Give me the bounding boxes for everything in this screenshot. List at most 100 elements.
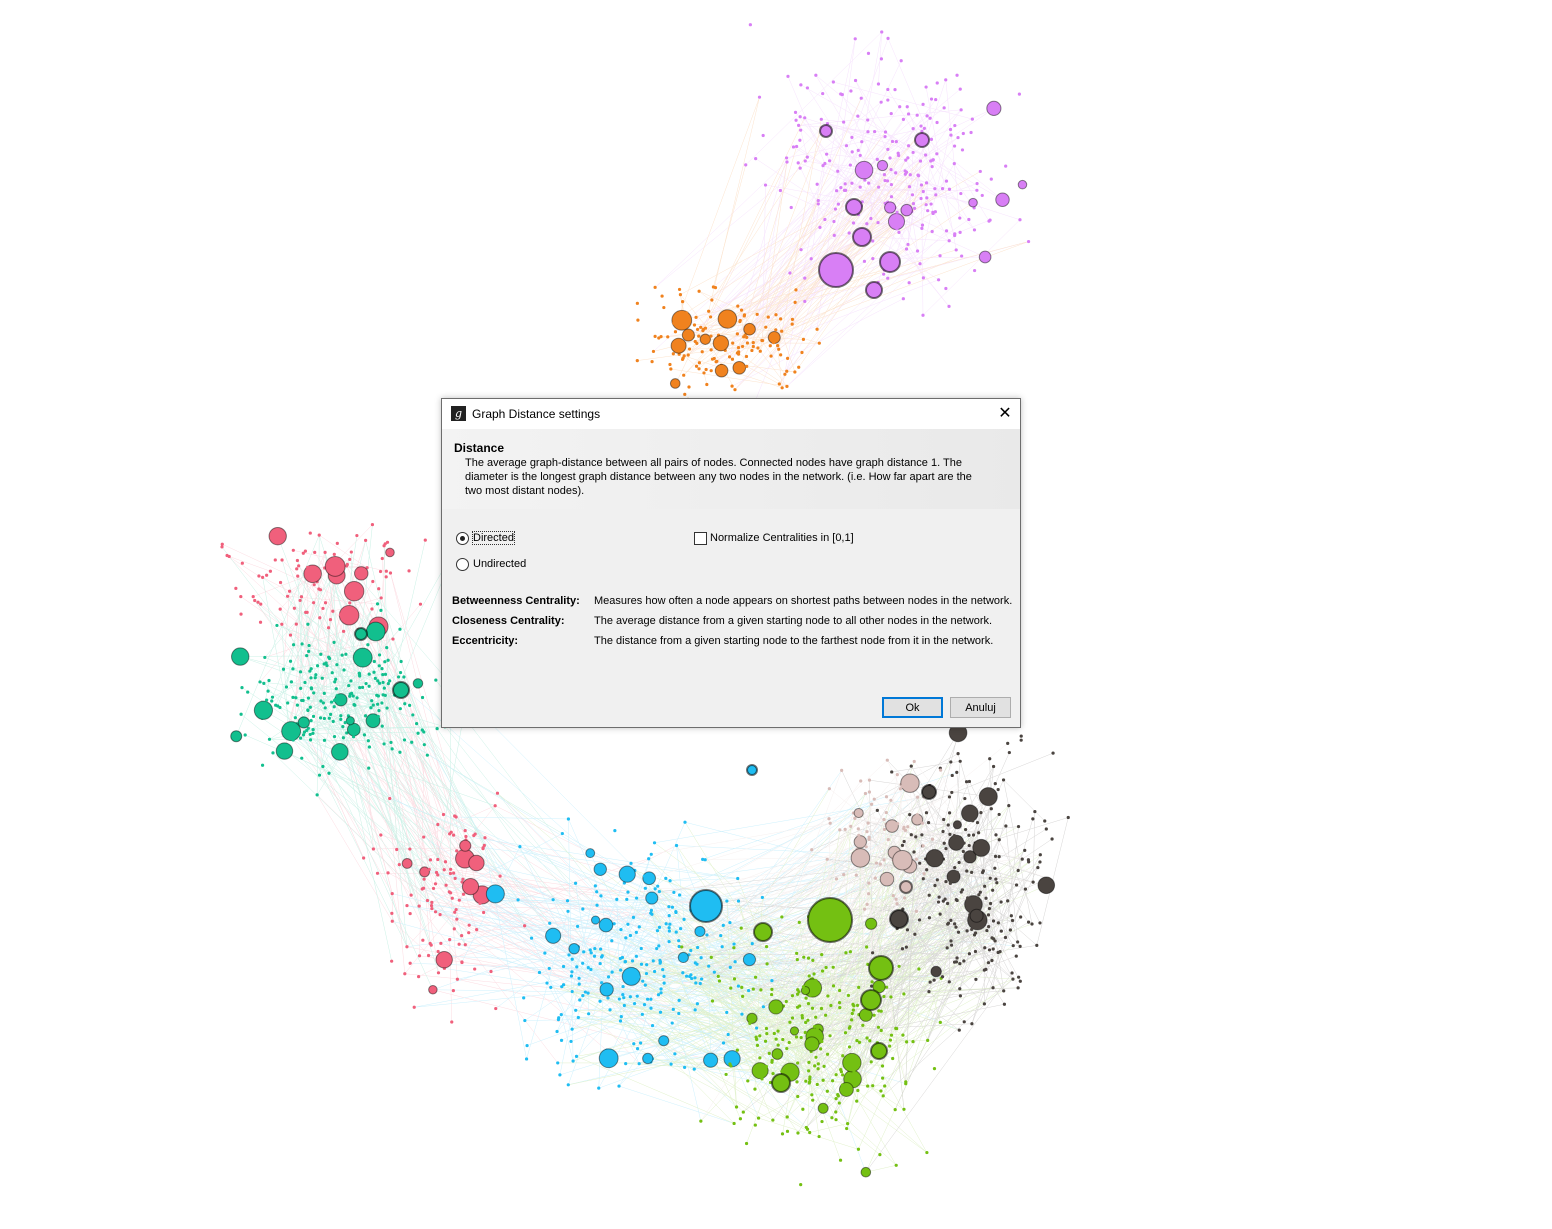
close-icon[interactable]: ✕ (990, 399, 1020, 429)
graph-node (883, 1084, 887, 1088)
graph-node (643, 886, 647, 890)
graph-node (796, 988, 800, 992)
undirected-radio[interactable] (456, 558, 469, 571)
graph-node (408, 703, 412, 707)
graph-node (866, 821, 870, 825)
dialog-titlebar[interactable]: g Graph Distance settings ✕ (442, 399, 1020, 429)
graph-node (430, 906, 434, 911)
graph-node (352, 647, 373, 668)
graph-node (390, 919, 394, 923)
graph-node (348, 589, 352, 593)
graph-node (443, 860, 448, 864)
graph-node (882, 858, 886, 862)
graph-node (926, 1038, 930, 1042)
graph-node (461, 877, 465, 881)
graph-node (803, 116, 807, 120)
graph-node (944, 229, 949, 233)
graph-node (934, 193, 938, 197)
graph-node (893, 1108, 897, 1112)
graph-node (358, 672, 362, 677)
graph-node (709, 348, 713, 352)
graph-node (578, 998, 582, 1002)
normalize-checkbox[interactable] (694, 532, 707, 545)
graph-node (220, 542, 224, 546)
undirected-label[interactable]: Undirected (473, 558, 526, 570)
graph-node (710, 999, 715, 1003)
graph-node (268, 569, 273, 573)
graph-node (879, 1028, 883, 1033)
graph-node (897, 230, 901, 234)
graph-node (970, 117, 974, 121)
graph-node (634, 954, 638, 958)
graph-node (1002, 989, 1006, 993)
graph-node (886, 838, 890, 842)
graph-node (565, 899, 570, 903)
graph-node (969, 908, 984, 923)
cancel-button[interactable]: Anuluj (950, 697, 1011, 718)
graph-node (379, 833, 383, 837)
graph-node (381, 673, 385, 677)
graph-node (881, 1076, 885, 1080)
graph-node (570, 970, 574, 974)
graph-node (384, 575, 388, 579)
directed-radio[interactable] (456, 532, 469, 545)
graph-node (369, 706, 373, 710)
normalize-label[interactable]: Normalize Centralities in [0,1] (710, 532, 854, 544)
graph-node (278, 607, 282, 611)
graph-node (1019, 915, 1023, 919)
graph-node (790, 1016, 795, 1020)
graph-node (297, 564, 301, 568)
graph-node (271, 751, 275, 755)
graph-node (918, 159, 923, 163)
graph-node (826, 994, 830, 998)
graph-node (668, 879, 672, 883)
graph-node (736, 876, 740, 881)
graph-node (865, 902, 869, 906)
graph-node (815, 327, 819, 331)
graph-node (651, 959, 655, 963)
graph-node (668, 362, 672, 367)
graph-node (378, 569, 383, 574)
graph-node (599, 894, 603, 898)
graph-node (876, 1025, 881, 1029)
graph-node (383, 672, 388, 676)
ok-button[interactable]: Ok (882, 697, 943, 718)
graph-node (847, 1045, 852, 1049)
graph-node (600, 981, 604, 985)
graph-node (838, 828, 842, 832)
graph-node (788, 271, 792, 275)
graph-node (324, 555, 346, 577)
graph-node (460, 934, 464, 938)
graph-node (730, 357, 735, 361)
graph-node (813, 1025, 817, 1029)
graph-node (410, 740, 414, 744)
graph-node (1020, 857, 1024, 861)
graph-node (693, 976, 697, 980)
graph-node (776, 343, 780, 348)
graph-node (561, 964, 566, 969)
graph-node (797, 123, 801, 127)
graph-node (911, 127, 915, 131)
graph-node (403, 702, 407, 706)
graph-node (317, 533, 321, 537)
graph-node (570, 957, 574, 961)
graph-node (851, 221, 856, 225)
graph-node (412, 1005, 416, 1009)
graph-node (450, 1020, 454, 1024)
graph-node (299, 595, 304, 599)
graph-node (258, 620, 263, 624)
graph-node (959, 191, 963, 196)
graph-node (936, 278, 941, 282)
directed-label[interactable]: Directed (472, 531, 515, 545)
graph-node (900, 843, 905, 848)
graph-node (948, 127, 953, 132)
graph-node (857, 833, 861, 837)
graph-node (855, 1099, 859, 1103)
graph-node (692, 1067, 696, 1071)
graph-node (441, 954, 445, 958)
graph-node (760, 1077, 764, 1081)
graph-node (442, 868, 446, 872)
graph-node (463, 829, 467, 833)
graph-node (717, 309, 738, 329)
graph-node (327, 716, 331, 720)
